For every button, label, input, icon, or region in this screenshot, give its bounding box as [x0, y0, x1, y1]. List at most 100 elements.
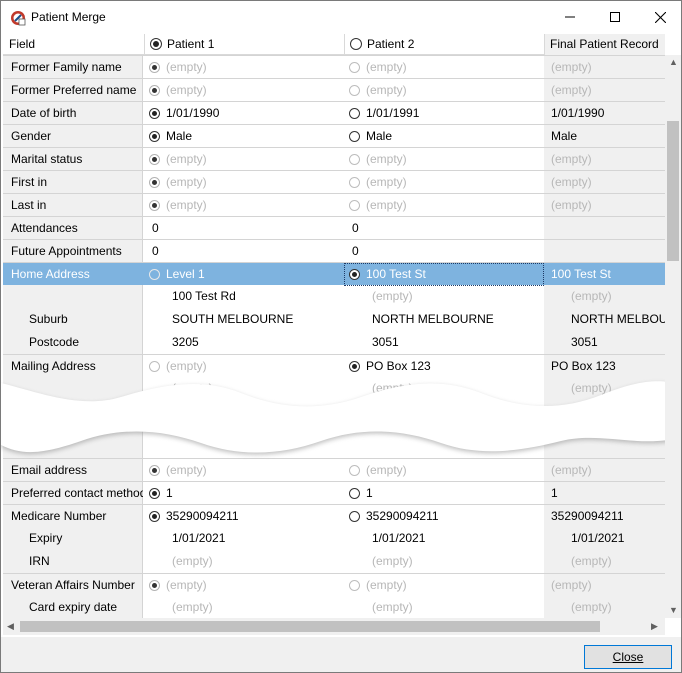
table-row-irn: IRN (empty) (empty) (empty) — [3, 550, 665, 573]
postcode-p1: 3205 — [172, 335, 199, 349]
irn-p2: (empty) — [372, 554, 413, 568]
patient-2-value: (empty) — [366, 83, 407, 97]
patient-2-value: 0 — [352, 244, 359, 258]
home-line2-p1: 100 Test Rd — [172, 289, 236, 303]
final-value: (empty) — [551, 198, 592, 212]
window-title: Patient Merge — [31, 10, 106, 24]
close-icon — [654, 11, 666, 23]
table-row[interactable]: Date of birth 1/01/1990 1/01/1991 1/01/1990 — [3, 101, 665, 124]
header-patient-1[interactable]: Patient 1 — [144, 34, 344, 55]
table-row[interactable]: Gender Male Male Male — [3, 124, 665, 147]
irn-final: (empty) — [571, 554, 612, 568]
patient-1-value: (empty) — [166, 198, 207, 212]
row-field-label: Veteran Affairs Number — [11, 578, 135, 592]
patient-1-select-all-radio[interactable] — [150, 38, 162, 50]
patient-1-value: (empty) — [166, 83, 207, 97]
table-row[interactable]: First in (empty) (empty) (empty) — [3, 170, 665, 193]
table-row-medicare-expiry: Expiry 1/01/2021 1/01/2021 1/01/2021 — [3, 527, 665, 550]
maximize-button[interactable] — [592, 1, 638, 33]
header-patient-2-label: Patient 2 — [367, 37, 415, 51]
patient-2-select-all-radio[interactable] — [350, 38, 362, 50]
table-row[interactable]: Former Preferred name (empty) (empty) (empt… — [3, 78, 665, 101]
medicare-final-value: 35290094211 — [551, 509, 624, 523]
expiry-final: 1/01/2021 — [571, 531, 625, 545]
table-row: Future Appointments 0 0 — [3, 239, 665, 262]
horizontal-scrollbar[interactable]: ◀ ▶ — [3, 618, 665, 635]
header-patient-1-label: Patient 1 — [167, 37, 215, 51]
table-row-home-address[interactable]: Home Address Level 1 100 Test St 100 Tes… — [3, 262, 665, 286]
veteran-final-value: (empty) — [551, 578, 592, 592]
horizontal-scroll-thumb[interactable] — [20, 621, 600, 632]
row-field-label: Postcode — [29, 335, 80, 349]
patient-2-value: 1/01/1991 — [366, 106, 420, 120]
expiry-p1: 1/01/2021 — [172, 531, 226, 545]
table-row-medicare[interactable]: Medicare Number 35290094211 35290094211 … — [3, 504, 665, 527]
table-row-veteran[interactable]: Veteran Affairs Number (empty) (empty) (… — [3, 573, 665, 596]
veteran-p1-value: (empty) — [166, 578, 207, 592]
veteran-p2-value: (empty) — [366, 578, 407, 592]
scroll-left-icon[interactable]: ◀ — [7, 621, 14, 631]
table-row-postcode: Postcode 3205 3051 3051 — [3, 331, 665, 354]
scroll-down-icon[interactable]: ▼ — [669, 605, 678, 615]
table-row-home-address-line2: 100 Test Rd (empty) (empty) — [3, 285, 665, 308]
dialog-footer: Close — [1, 637, 681, 672]
row-field-label: Gender — [11, 129, 52, 143]
card-expiry-p1: (empty) — [172, 600, 213, 614]
row-field-label: IRN — [29, 554, 50, 568]
close-button[interactable]: Close — [584, 645, 672, 669]
minimize-icon — [565, 16, 575, 18]
header-patient-2[interactable]: Patient 2 — [344, 34, 544, 55]
header-final-record: Final Patient Record — [544, 34, 665, 55]
patient-1-value: 1/01/1990 — [166, 106, 220, 120]
table-row: Attendances 0 0 — [3, 216, 665, 239]
patient-1-value: 0 — [152, 244, 159, 258]
table-row[interactable]: Last in (empty) (empty) (empty) — [3, 193, 665, 216]
medicare-p1-value: 35290094211 — [166, 509, 239, 523]
table-row-preferred-contact[interactable]: Preferred contact method 1 1 1 — [3, 481, 665, 504]
patient-2-value: (empty) — [366, 175, 407, 189]
home-line2-p2: (empty) — [372, 289, 413, 303]
patient-1-value: (empty) — [166, 60, 207, 74]
final-value: Male — [551, 129, 578, 143]
table-row[interactable]: Marital status (empty) (empty) (empty) — [3, 147, 665, 170]
close-window-button[interactable] — [637, 1, 681, 33]
maximize-icon — [610, 12, 620, 22]
minimize-button[interactable] — [547, 1, 593, 33]
patient-1-value: 0 — [152, 221, 159, 235]
row-field-label: Expiry — [29, 531, 63, 545]
row-field-label: Attendances — [11, 221, 78, 235]
scroll-right-icon[interactable]: ▶ — [651, 621, 658, 631]
postcode-p2: 3051 — [372, 335, 399, 349]
vertical-scroll-thumb[interactable] — [667, 121, 679, 261]
patient-merge-window: Patient Merge Field Patient 1 Patient 2 … — [0, 0, 682, 673]
contact-p1-value: 1 — [166, 486, 173, 500]
row-field-label: Card expiry date — [29, 600, 118, 614]
final-value: (empty) — [551, 175, 592, 189]
row-field-label: Home Address — [11, 267, 90, 281]
patient-1-value: (empty) — [166, 175, 207, 189]
close-button-label: Close — [612, 650, 644, 664]
row-field-label: First in — [11, 175, 47, 189]
vertical-scrollbar[interactable]: ▲ ▼ — [665, 55, 681, 618]
row-field-label: Former Preferred name — [11, 83, 137, 97]
table-row[interactable]: Former Family name (empty) (empty) (empty) — [3, 55, 665, 78]
merge-grid: Field Patient 1 Patient 2 Final Patient … — [3, 34, 665, 618]
row-field-label: Suburb — [29, 312, 68, 326]
scroll-up-icon[interactable]: ▲ — [669, 57, 678, 67]
final-value — [544, 217, 665, 240]
card-expiry-final: (empty) — [571, 600, 612, 614]
app-logo-icon — [11, 11, 26, 26]
table-row-card-expiry: Card expiry date (empty) (empty) (empty) — [3, 596, 665, 618]
row-field-label: Marital status — [11, 152, 83, 166]
patient-2-value: (empty) — [366, 152, 407, 166]
row-field-label: Medicare Number — [11, 509, 107, 523]
home-address-p2-value: 100 Test St — [344, 263, 544, 286]
row-field-label: Former Family name — [11, 60, 122, 74]
suburb-final: NORTH MELBOURNE — [571, 312, 665, 326]
patient-1-value: (empty) — [166, 152, 207, 166]
patient-2-value: (empty) — [366, 198, 407, 212]
home-line2-final: (empty) — [571, 289, 612, 303]
patient-1-value: Male — [166, 129, 193, 143]
patient-2-value: (empty) — [366, 60, 407, 74]
header-field: Field — [9, 37, 36, 51]
